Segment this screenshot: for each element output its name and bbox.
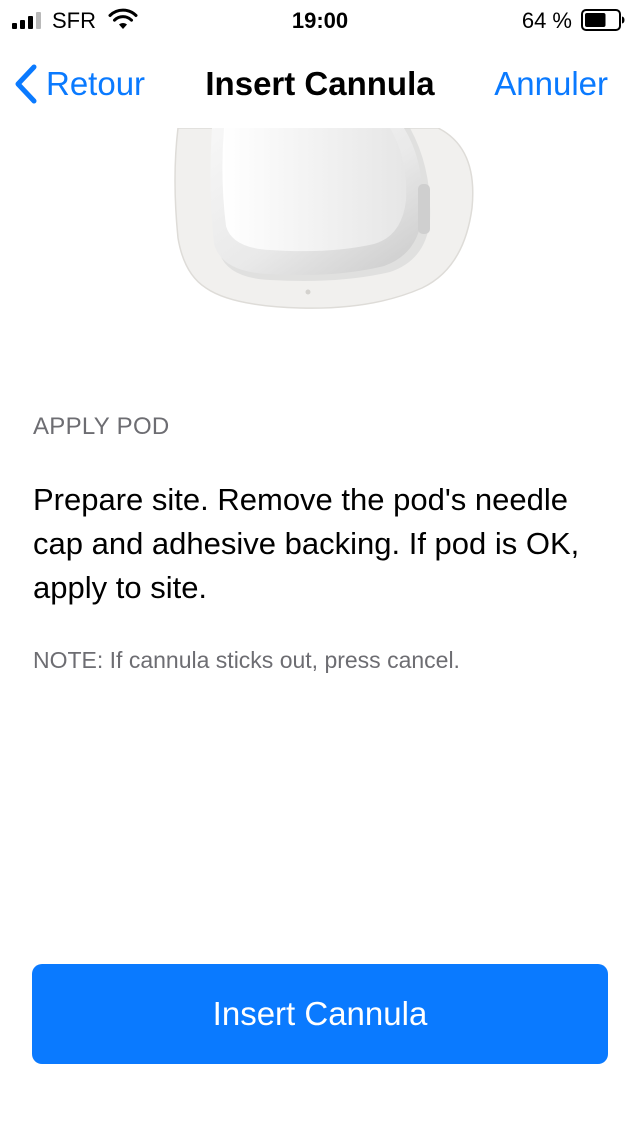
- pod-image: [160, 127, 490, 318]
- status-bar: SFR 19:00 64 %: [0, 0, 640, 40]
- section-header: APPLY POD: [33, 413, 170, 440]
- battery-percent: 64 %: [521, 8, 572, 33]
- note-text: NOTE: If cannula sticks out, press cance…: [33, 647, 460, 673]
- chevron-left-icon: [15, 64, 37, 104]
- navigation-bar: Retour Insert Cannula Annuler: [0, 40, 640, 128]
- battery-icon: [581, 9, 625, 31]
- instructions-text: Prepare site. Remove the pod's needle ca…: [33, 482, 580, 605]
- insert-cannula-button[interactable]: Insert Cannula: [32, 964, 608, 1064]
- cancel-button[interactable]: Annuler: [494, 65, 608, 103]
- back-button[interactable]: Retour: [14, 62, 145, 106]
- back-button-label: Retour: [46, 65, 146, 102]
